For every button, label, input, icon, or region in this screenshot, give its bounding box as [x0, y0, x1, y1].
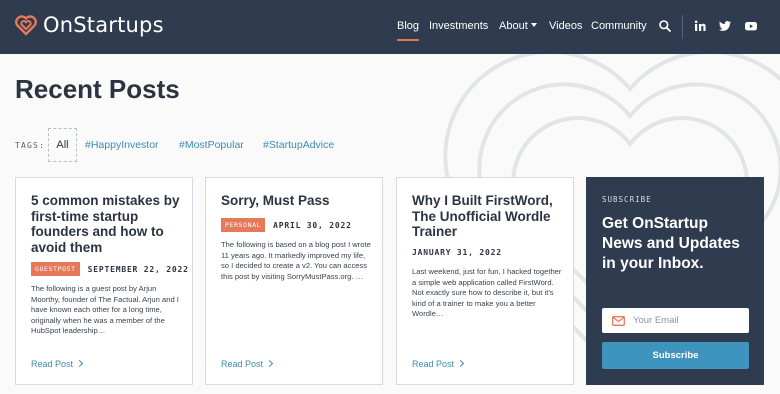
chevron-right-icon	[75, 359, 84, 368]
tag-most-popular[interactable]: #MostPopular	[179, 139, 244, 151]
nav-videos[interactable]: Videos	[549, 20, 582, 32]
read-post-label: Read Post	[221, 359, 264, 369]
post-title[interactable]: 5 common mistakes by first-time startup …	[31, 193, 183, 255]
read-post-label: Read Post	[412, 359, 455, 369]
tag-startup-advice[interactable]: #StartupAdvice	[263, 139, 334, 151]
post-title[interactable]: Why I Built FirstWord, The Unofficial Wo…	[412, 193, 564, 240]
post-excerpt: The following is based on a blog post I …	[221, 240, 371, 281]
search-icon[interactable]	[658, 19, 672, 33]
twitter-icon[interactable]	[718, 19, 732, 33]
logo[interactable]: OnStartups	[14, 13, 164, 37]
nav-community[interactable]: Community	[591, 20, 647, 32]
read-post-label: Read Post	[31, 359, 74, 369]
chevron-right-icon	[456, 359, 465, 368]
chevron-down-icon	[530, 23, 537, 27]
post-excerpt: Last weekend, just for fun, I hacked tog…	[412, 267, 562, 319]
read-post-link[interactable]: Read Post	[31, 359, 84, 369]
post-title[interactable]: Sorry, Must Pass	[221, 193, 373, 209]
post-badge[interactable]: GUESTPOST	[31, 262, 80, 276]
email-field[interactable]	[602, 308, 749, 333]
nav-blog[interactable]: Blog	[397, 20, 420, 41]
email-input[interactable]	[633, 315, 743, 326]
tags-label: TAGS:	[15, 141, 46, 150]
nav-investments[interactable]: Investments	[429, 20, 488, 32]
page-title: Recent Posts	[15, 74, 180, 104]
tag-all[interactable]: All	[48, 128, 77, 162]
nav-about[interactable]: About	[499, 20, 537, 32]
site-header: OnStartups Blog Investments About Videos…	[0, 0, 780, 54]
post-meta: PERSONAL APRIL 30, 2022	[221, 218, 352, 232]
post-meta: JANUARY 31, 2022	[412, 248, 502, 257]
read-post-link[interactable]: Read Post	[412, 359, 465, 369]
header-divider	[682, 15, 683, 39]
post-badge[interactable]: PERSONAL	[221, 218, 266, 232]
post-card: Why I Built FirstWord, The Unofficial Wo…	[396, 177, 574, 385]
post-card: 5 common mistakes by first-time startup …	[15, 177, 193, 385]
tag-happy-investor[interactable]: #HappyInvestor	[85, 139, 159, 151]
subscribe-button[interactable]: Subscribe	[602, 342, 749, 369]
post-date: APRIL 30, 2022	[273, 220, 352, 230]
read-post-link[interactable]: Read Post	[221, 359, 274, 369]
subscribe-label: SUBSCRIBE	[602, 195, 652, 204]
mail-icon	[612, 315, 625, 326]
post-date: SEPTEMBER 22, 2022	[87, 264, 189, 274]
heart-logo-icon	[15, 15, 37, 36]
post-date: JANUARY 31, 2022	[412, 248, 502, 257]
youtube-icon[interactable]	[744, 19, 758, 33]
logo-text: OnStartups	[43, 13, 164, 37]
post-excerpt: The following is a guest post by Arjun M…	[31, 284, 179, 336]
post-card: Sorry, Must Pass PERSONAL APRIL 30, 2022…	[205, 177, 383, 385]
post-meta: GUESTPOST SEPTEMBER 22, 2022	[31, 262, 189, 276]
subscribe-heading: Get OnStartup News and Updates in your I…	[602, 215, 740, 272]
chevron-right-icon	[265, 359, 274, 368]
linkedin-icon[interactable]	[693, 19, 707, 33]
nav-about-label: About	[499, 20, 528, 32]
subscribe-panel: SUBSCRIBE Get OnStartup News and Updates…	[586, 177, 764, 385]
